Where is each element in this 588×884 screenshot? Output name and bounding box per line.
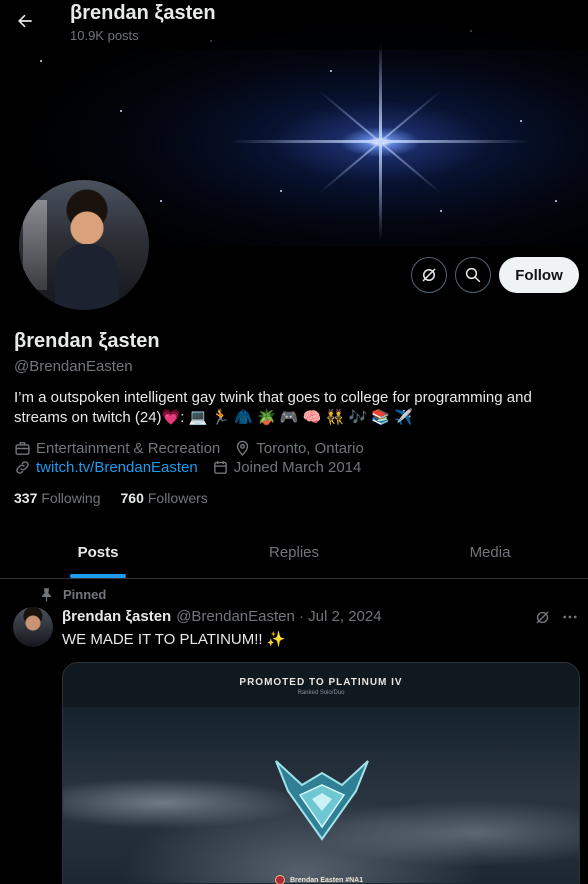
active-tab-indicator <box>70 574 126 578</box>
banner-star <box>440 210 442 212</box>
profile-avatar[interactable] <box>15 176 153 314</box>
profile-bio: I’m a outspoken intelligent gay twink th… <box>14 389 532 426</box>
player-icon <box>275 875 285 884</box>
grok-icon <box>422 268 436 282</box>
post-author-avatar[interactable] <box>13 607 53 647</box>
media-player-name: Brendan Easten #NA1 <box>290 876 364 884</box>
post-meta[interactable]: @BrendanEasten · Jul 2, 2024 <box>176 608 381 625</box>
link-icon <box>16 461 29 474</box>
profile-location-label: Toronto, Ontario <box>256 440 364 457</box>
banner-star <box>555 200 557 202</box>
search-icon <box>465 267 481 283</box>
pinned-label: Pinned <box>63 587 107 602</box>
platinum-emblem-icon <box>275 760 369 841</box>
banner-star <box>40 60 42 62</box>
avatar-figure <box>55 244 119 310</box>
media-player-tag: Brendan Easten #NA1 <box>275 875 363 884</box>
back-arrow-icon <box>18 14 32 28</box>
header-post-count: 10.9K posts <box>70 28 139 43</box>
followers-label: Followers <box>147 490 208 506</box>
post-more-button[interactable] <box>561 608 579 626</box>
following-label: Following <box>41 490 101 506</box>
more-icon <box>563 615 577 619</box>
media-header: PROMOTED TO PLATINUM IV Ranked Solo/Duo <box>63 663 579 707</box>
banner-star <box>280 190 282 192</box>
calendar-icon <box>213 461 227 474</box>
header-name: βrendan ξasten <box>70 2 216 24</box>
post-author-name[interactable]: βrendan ξasten <box>62 608 171 625</box>
briefcase-icon <box>15 442 30 455</box>
post-media-image[interactable]: PROMOTED TO PLATINUM IV Ranked Solo/Duo … <box>62 662 580 884</box>
profile-website: twitch.tv/BrendanEasten <box>14 459 198 476</box>
profile-category: Entertainment & Recreation <box>14 440 220 457</box>
pin-icon <box>42 588 51 602</box>
post-header: βrendan ξasten @BrendanEasten · Jul 2, 2… <box>62 608 382 625</box>
following-count: 337 <box>14 490 38 506</box>
profile-location: Toronto, Ontario <box>234 440 364 457</box>
media-title: PROMOTED TO PLATINUM IV <box>239 677 403 688</box>
pinned-indicator: Pinned <box>40 587 106 602</box>
back-button[interactable] <box>10 6 40 36</box>
tab-media[interactable]: Media <box>392 527 588 578</box>
follow-button[interactable]: Follow <box>499 257 579 293</box>
search-button[interactable] <box>455 257 491 293</box>
followers-link[interactable]: 760 Followers <box>121 490 208 506</box>
banner-star <box>120 110 122 112</box>
profile-website-link[interactable]: twitch.tv/BrendanEasten <box>36 459 198 476</box>
followers-count: 760 <box>120 490 144 506</box>
profile-joined: Joined March 2014 <box>212 459 362 476</box>
grok-button[interactable] <box>411 257 447 293</box>
media-subtitle: Ranked Solo/Duo <box>297 690 345 696</box>
top-bar: βrendan ξasten 10.9K posts <box>0 0 588 50</box>
following-link[interactable]: 337 Following <box>14 490 101 506</box>
grok-icon <box>536 610 549 624</box>
tab-posts-label: Posts <box>77 544 119 561</box>
banner-star <box>160 200 162 202</box>
profile-handle: @BrendanEasten <box>14 358 133 375</box>
tab-posts[interactable]: Posts <box>0 527 196 578</box>
location-pin-icon <box>237 440 249 456</box>
banner-star <box>520 120 522 122</box>
tab-replies-label: Replies <box>268 544 320 561</box>
post-grok-button[interactable] <box>534 609 551 626</box>
profile-category-label: Entertainment & Recreation <box>36 440 221 457</box>
tab-media-label: Media <box>469 544 511 561</box>
profile-display-name: βrendan ξasten <box>14 330 160 352</box>
post-text: WE MADE IT TO PLATINUM!! ✨ <box>62 631 286 648</box>
profile-stats: 337 Following 760 Followers <box>14 490 228 506</box>
profile-tabs: Posts Replies Media <box>0 527 588 579</box>
avatar-background <box>23 200 47 290</box>
post-actions <box>534 608 579 626</box>
profile-meta-row: Entertainment & Recreation Toronto, Onta… <box>14 440 378 457</box>
banner-star <box>330 70 332 72</box>
profile-joined-label: Joined March 2014 <box>233 459 362 476</box>
tab-replies[interactable]: Replies <box>196 527 392 578</box>
profile-meta-row-2: twitch.tv/BrendanEasten Joined March 201… <box>14 459 375 476</box>
